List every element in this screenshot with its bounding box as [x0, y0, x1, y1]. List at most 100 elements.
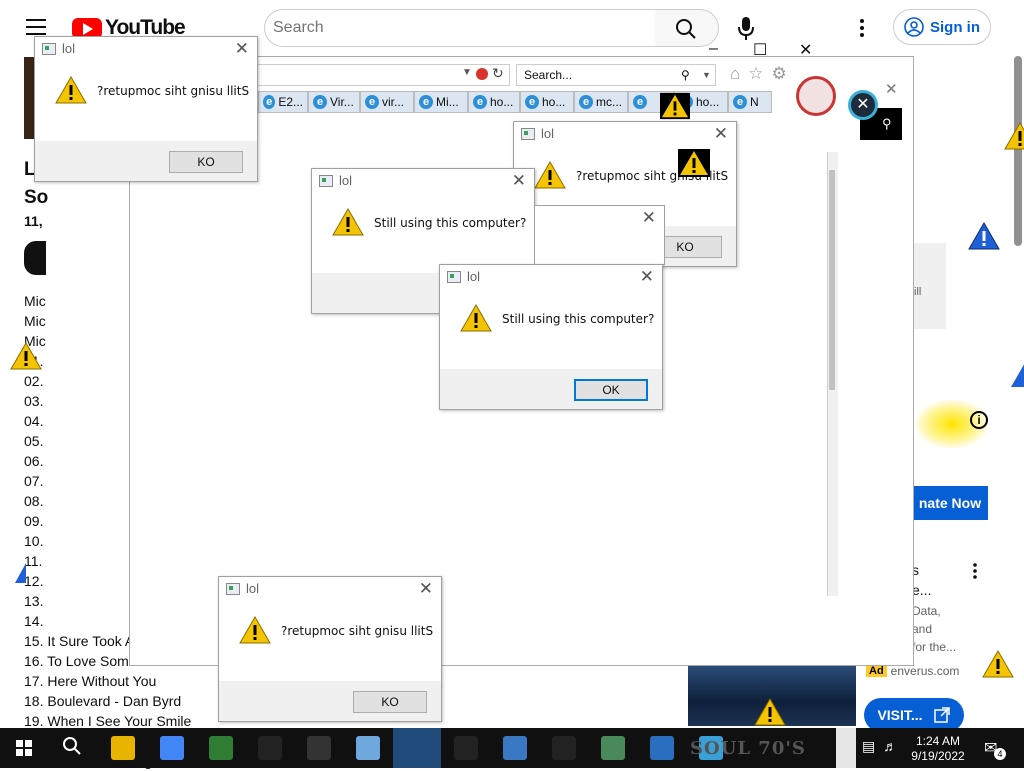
visit-button[interactable]: VISIT...	[864, 698, 964, 732]
close-circle-icon[interactable]: ✕	[848, 90, 878, 120]
close-icon[interactable]: ✕	[714, 124, 728, 144]
dialog-body: ?retupmoc siht gnisu llitS	[219, 603, 441, 679]
ie-search-box[interactable]: Search... ⚲ ▼	[516, 64, 716, 86]
dialog-message: Still using this computer?	[374, 216, 527, 230]
close-icon[interactable]: ✕	[419, 579, 433, 599]
ok-button[interactable]: OK	[574, 379, 648, 401]
channel-avatar[interactable]	[24, 241, 46, 275]
ie-tab[interactable]: eho...	[468, 91, 520, 113]
cmd-icon[interactable]	[454, 736, 478, 760]
maximize-icon[interactable]: ☐	[753, 40, 767, 60]
home-icon[interactable]: ⌂	[730, 64, 740, 84]
ad-menu-icon[interactable]	[972, 562, 978, 580]
file-explorer-icon[interactable]	[111, 736, 135, 760]
menu-icon[interactable]	[26, 19, 46, 35]
search-icon[interactable]	[62, 736, 86, 760]
dialog-message: ?retupmoc siht gnisu llitS	[97, 84, 250, 98]
visit-label: VISIT...	[877, 707, 923, 723]
dialog-body: Still using this computer?	[440, 291, 662, 367]
description-line: 18. Boulevard - Dan Byrd	[24, 693, 182, 709]
description-line: 17. Here Without You	[24, 673, 157, 689]
ie-scrollbar-thumb[interactable]	[829, 170, 835, 390]
ko-button[interactable]: KO	[169, 151, 243, 173]
search-box[interactable]	[264, 9, 656, 47]
cmd-icon[interactable]	[552, 736, 576, 760]
refresh-icon[interactable]: ↻	[492, 65, 504, 82]
message-box-dialog[interactable]: lol ✕ ?retupmoc siht gnisu llitS KO	[218, 576, 442, 722]
dropdown-icon[interactable]: ▼	[462, 67, 472, 78]
message-box-dialog[interactable]: lol ✕ Still using this computer? OK	[439, 264, 663, 410]
dialog-footer: OK	[440, 369, 662, 409]
search-icon[interactable]: ⚲	[681, 65, 690, 85]
internet-explorer-icon[interactable]	[393, 728, 441, 768]
close-icon[interactable]: ✕	[885, 80, 898, 98]
search-input[interactable]	[271, 10, 645, 46]
ie-tab[interactable]: e vir...	[360, 91, 414, 113]
page-scrollbar[interactable]	[1014, 56, 1022, 246]
minimize-icon[interactable]: –	[709, 40, 718, 58]
ie-tab[interactable]: e mc...	[574, 91, 628, 113]
external-link-icon	[933, 707, 950, 723]
clock[interactable]: 1:24 AM 9/19/2022	[906, 734, 970, 764]
sidebar-card[interactable]: ill	[912, 243, 946, 329]
close-icon[interactable]: ✕	[235, 39, 249, 59]
ie-tab-label: Vir...	[330, 95, 354, 109]
show-desktop-fragment[interactable]	[836, 728, 856, 768]
settings-kebab-icon[interactable]	[855, 18, 869, 38]
dialog-title-bar[interactable]: lol ✕	[312, 169, 534, 195]
close-icon[interactable]: ✕	[642, 208, 656, 228]
info-icon[interactable]: i	[970, 411, 988, 429]
control-panel-icon[interactable]	[503, 736, 527, 760]
chrome-icon[interactable]	[160, 736, 184, 760]
ad-desc-line: Data,	[912, 604, 941, 618]
network-icon[interactable]: ▤	[862, 738, 875, 755]
task-manager-icon[interactable]	[209, 736, 233, 760]
internet-explorer-icon: e	[633, 95, 647, 109]
warning-icon-blue	[968, 222, 1000, 250]
close-icon[interactable]: ✕	[512, 171, 526, 191]
red-round-icon[interactable]	[796, 76, 836, 116]
volume-icon[interactable]: ♬	[883, 738, 897, 755]
system-info-icon[interactable]	[650, 736, 674, 760]
ad-description: Data, and for the...	[912, 602, 956, 656]
close-icon[interactable]: ✕	[640, 267, 654, 287]
ie-tab[interactable]: e Vir...	[308, 91, 360, 113]
stop-icon[interactable]	[476, 68, 488, 80]
favorites-star-icon[interactable]: ☆	[748, 64, 763, 84]
dialog-title-bar[interactable]: lol ✕	[440, 265, 662, 291]
cmd-icon[interactable]	[258, 736, 282, 760]
dialog-title: lol	[541, 126, 555, 141]
notepad-icon[interactable]	[356, 736, 380, 760]
ie-tab[interactable]: eN	[728, 91, 772, 113]
sign-in-button[interactable]: Sign in	[893, 9, 991, 45]
gear-icon[interactable]: ⚙	[772, 64, 787, 84]
message-box-dialog[interactable]: lol ✕ ?retupmoc siht gnisu llitS KO	[34, 36, 258, 182]
registry-icon[interactable]	[601, 736, 625, 760]
ie-toolbar-icons: ⌂ ☆ ⚙	[730, 64, 787, 84]
dialog-title-bar[interactable]: lol ✕	[514, 122, 736, 148]
ie-tab[interactable]: e Mi...	[414, 91, 468, 113]
ie-tab[interactable]: e E2...	[258, 91, 308, 113]
address-bar[interactable]: ▼ ↻	[256, 64, 510, 86]
close-icon[interactable]: ✕	[799, 40, 812, 60]
ad-title[interactable]: s e...	[912, 560, 931, 600]
clock-date: 9/19/2022	[911, 749, 965, 763]
app-icon	[319, 175, 333, 187]
dialog-title-bar[interactable]: lol ✕	[219, 577, 441, 603]
notification-count: 4	[994, 748, 1006, 760]
ie-tab[interactable]: eho...	[520, 91, 574, 113]
window-controls: – ☐ ✕	[700, 40, 820, 62]
thumbnail-caption: SOUL 70'S	[690, 738, 806, 759]
dialog-message: Still using this computer?	[502, 312, 655, 326]
7zip-icon[interactable]	[307, 736, 331, 760]
sign-in-label: Sign in	[930, 18, 980, 36]
windows-start-icon[interactable]	[16, 740, 32, 756]
dialog-title: lol	[467, 269, 481, 284]
dropdown-icon[interactable]: ▼	[702, 65, 711, 85]
dialog-title-bar[interactable]: lol ✕	[35, 37, 257, 63]
donate-button[interactable]: nate Now	[912, 486, 988, 520]
dialog-body: ?retupmoc siht gnisu llitS	[35, 63, 257, 139]
ko-button[interactable]: KO	[353, 691, 427, 713]
ad-desc-line: and	[912, 622, 933, 636]
message-box-dialog[interactable]: ✕	[535, 205, 665, 265]
